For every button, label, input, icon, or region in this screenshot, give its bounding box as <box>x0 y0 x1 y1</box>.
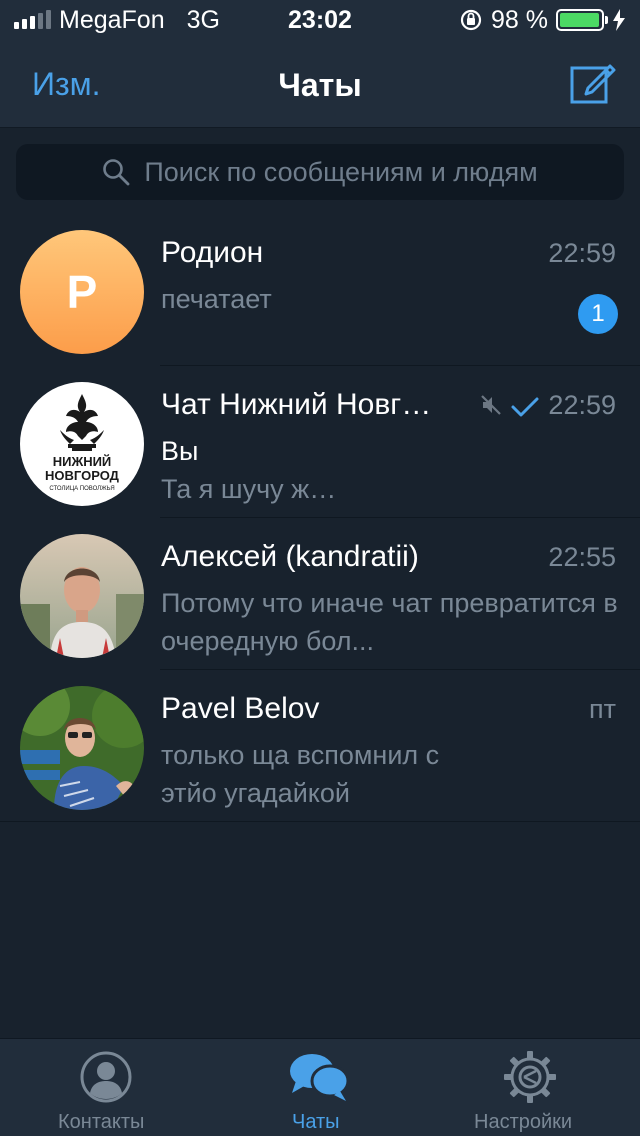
nav-bar: Изм. Чаты <box>0 40 640 128</box>
tab-settings[interactable]: Настройки <box>426 1039 640 1136</box>
chat-sender: Вы <box>161 436 199 466</box>
avatar: Р <box>20 230 144 354</box>
signal-strength-icon <box>14 10 51 29</box>
chat-preview: Потому что иначе чат превратится в очере… <box>161 588 618 656</box>
chat-time: 22:59 <box>548 238 616 268</box>
compose-icon[interactable] <box>570 60 616 106</box>
city-logo-icon: НИЖНИЙ НОВГОРОД СТОЛИЦА ПОВОЛЖЬЯ <box>45 394 120 492</box>
chat-bubbles-icon <box>290 1054 350 1101</box>
tab-label: Контакты <box>58 1111 145 1133</box>
orientation-lock-icon <box>460 9 482 31</box>
network-type: 3G <box>186 5 220 34</box>
avatar <box>20 534 144 658</box>
user-photo <box>20 686 144 810</box>
chat-name: Родион <box>161 236 264 269</box>
battery-percent: 98 % <box>491 5 548 34</box>
search-icon <box>103 159 130 186</box>
muted-icon <box>481 395 501 415</box>
gear-icon <box>504 1051 556 1103</box>
tab-chats[interactable]: Чаты <box>213 1039 426 1136</box>
chat-message: Та я шучу ж… <box>161 474 337 504</box>
tab-bar: Контакты Чаты Настройки <box>0 1038 640 1136</box>
chat-row[interactable]: Алексей (kandratii) 22:55 Потому что ина… <box>0 518 640 670</box>
tab-label: Настройки <box>474 1111 573 1133</box>
page-title: Чаты <box>278 67 362 103</box>
chat-name: Pavel Belov <box>161 692 320 725</box>
logo-line-3: СТОЛИЦА ПОВОЛЖЬЯ <box>49 486 114 492</box>
tab-label: Чаты <box>292 1111 340 1133</box>
search-placeholder: Поиск по сообщениям и людям <box>144 156 538 187</box>
logo-line-1: НИЖНИЙ <box>53 454 112 469</box>
chat-preview: Вы Та я шучу ж… <box>161 432 621 508</box>
tab-contacts[interactable]: Контакты <box>0 1039 213 1136</box>
chat-row[interactable]: Pavel Belov пт только ща вспомнил с этйо… <box>0 670 640 822</box>
read-check-icon <box>511 397 539 417</box>
carrier-name: MegaFon <box>59 5 165 34</box>
chat-row[interactable]: НИЖНИЙ НОВГОРОД СТОЛИЦА ПОВОЛЖЬЯ Чат Ниж… <box>0 366 640 518</box>
avatar: НИЖНИЙ НОВГОРОД СТОЛИЦА ПОВОЛЖЬЯ <box>20 382 144 506</box>
chat-list: Р Родион 22:59 печатает 1 НИЖНИЙ НОВГОРО… <box>0 214 640 822</box>
battery-icon <box>556 9 608 31</box>
chat-preview: только ща вспомнил с этйо угадайкой <box>161 740 440 808</box>
chat-time: 22:55 <box>548 542 616 572</box>
chat-preview: печатает <box>161 284 272 314</box>
chat-name: Чат Нижний Новг… <box>161 388 432 421</box>
search-input[interactable]: Поиск по сообщениям и людям <box>16 144 624 200</box>
avatar-initial: Р <box>66 266 98 318</box>
charging-icon <box>613 9 625 31</box>
chat-time: 22:59 <box>548 390 616 420</box>
chat-row[interactable]: Р Родион 22:59 печатает 1 <box>0 214 640 366</box>
status-bar: MegaFon 3G 23:02 98 % <box>0 0 640 40</box>
user-photo <box>20 534 144 658</box>
person-icon <box>80 1051 132 1103</box>
chat-name: Алексей (kandratii) <box>161 540 419 573</box>
unread-badge: 1 <box>578 294 618 334</box>
logo-line-2: НОВГОРОД <box>45 468 120 483</box>
avatar <box>20 686 144 810</box>
chat-time: пт <box>589 694 616 724</box>
